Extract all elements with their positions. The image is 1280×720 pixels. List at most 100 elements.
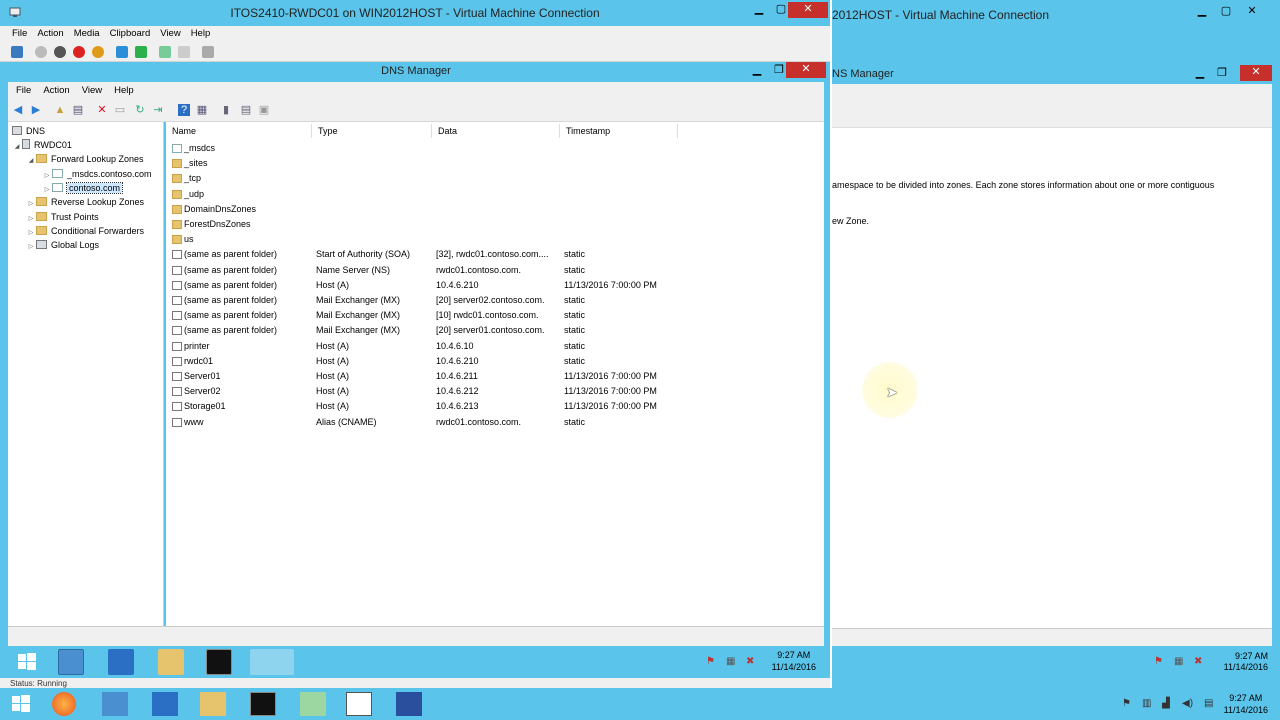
file-explorer-icon[interactable] <box>158 649 184 675</box>
table-row[interactable]: _tcp <box>166 171 824 186</box>
table-row[interactable]: us <box>166 232 824 247</box>
network-icon[interactable]: ▥ <box>1142 698 1151 709</box>
start-icon[interactable] <box>35 46 47 58</box>
volume-muted-icon[interactable]: ✖ <box>746 656 754 667</box>
volume-icon[interactable]: ◀) <box>1182 698 1193 709</box>
table-row[interactable]: _msdcs <box>166 141 824 156</box>
collapse-icon[interactable]: ◢ <box>26 154 36 168</box>
close-icon[interactable]: ✕ <box>786 62 826 78</box>
table-row[interactable]: Storage01 Host (A) 10.4.6.213 11/13/2016 7:… <box>166 399 824 414</box>
vm-titlebar[interactable]: ITOS2410-RWDC01 on WIN2012HOST - Virtual… <box>0 0 830 26</box>
dns-menu-help[interactable]: Help <box>108 83 140 99</box>
tree-node-conditional-forwarders[interactable]: ▷ Conditional Forwarders <box>26 224 144 238</box>
start-icon[interactable] <box>14 649 40 675</box>
properties-icon[interactable]: ▭ <box>114 104 126 116</box>
server-record-icon[interactable]: ▮ <box>220 104 232 116</box>
vm-connection-taskbar-icon[interactable] <box>396 692 422 716</box>
dns-manager-window[interactable]: DNS Manager ▁ ❐ ✕ File Action View Help ◀ ▶… <box>6 62 826 646</box>
table-row[interactable]: (same as parent folder) Start of Authorit… <box>166 247 824 262</box>
enhanced-session-icon[interactable] <box>202 46 214 58</box>
powershell-icon[interactable] <box>108 649 134 675</box>
new-record-icon[interactable]: ▤ <box>240 104 252 116</box>
refresh-icon[interactable]: ↻ <box>134 104 146 116</box>
tree-node-rwdc01[interactable]: ◢ RWDC01 <box>12 138 72 152</box>
dns-menu-file[interactable]: File <box>10 83 37 99</box>
tree-node-dns[interactable]: DNS <box>12 124 45 138</box>
flag-icon[interactable]: ⚑ <box>706 656 715 667</box>
back-icon[interactable]: ◀ <box>12 104 24 116</box>
keyboard-icon[interactable]: ▤ <box>1204 698 1213 709</box>
dns-menu-view[interactable]: View <box>76 83 108 99</box>
notepad-icon[interactable] <box>346 692 372 716</box>
forward-icon[interactable]: ▶ <box>30 104 42 116</box>
tree-node-reverse-lookup-zones[interactable]: ▷ Reverse Lookup Zones <box>26 195 144 209</box>
volume-muted-icon[interactable]: ✖ <box>1194 656 1202 667</box>
table-row[interactable]: DomainDnsZones <box>166 202 824 217</box>
revert-icon[interactable] <box>178 46 190 58</box>
tree-node-msdcs-zone[interactable]: ▷ _msdcs.contoso.com <box>42 167 152 181</box>
command-prompt-icon[interactable] <box>206 649 232 675</box>
table-row[interactable]: www Alias (CNAME) rwdc01.contoso.com. stati… <box>166 415 824 430</box>
column-header-timestamp[interactable]: Timestamp <box>560 124 678 138</box>
background-guest-clock[interactable]: 9:27 AM 11/14/2016 <box>1224 651 1268 673</box>
maximize-icon[interactable]: ▢ <box>1214 4 1238 17</box>
file-explorer-icon[interactable] <box>200 692 226 716</box>
column-header-type[interactable]: Type <box>312 124 432 138</box>
vm-connection-window[interactable]: ITOS2410-RWDC01 on WIN2012HOST - Virtual… <box>0 0 830 690</box>
tree-node-trust-points[interactable]: ▷ Trust Points <box>26 210 99 224</box>
pause-icon[interactable] <box>116 46 128 58</box>
table-row[interactable]: rwdc01 Host (A) 10.4.6.210 static <box>166 354 824 369</box>
console-icon[interactable]: ▦ <box>196 104 208 116</box>
ctrl-alt-del-icon[interactable] <box>11 46 23 58</box>
help-icon[interactable]: ? <box>178 104 190 116</box>
table-row[interactable]: (same as parent folder) Mail Exchanger (M… <box>166 323 824 338</box>
column-header-data[interactable]: Data <box>432 124 560 138</box>
tree-node-forward-lookup-zones[interactable]: ◢ Forward Lookup Zones <box>26 152 144 166</box>
table-row[interactable]: (same as parent folder) Mail Exchanger (M… <box>166 308 824 323</box>
network-icon[interactable]: ▦ <box>726 656 735 667</box>
signal-icon[interactable]: ▟ <box>1162 698 1170 709</box>
table-row[interactable]: _sites <box>166 156 824 171</box>
command-prompt-icon[interactable] <box>250 692 276 716</box>
new-domain-icon[interactable]: ▣ <box>258 104 270 116</box>
notification-flag-icon[interactable]: ⚑ <box>1122 698 1131 709</box>
table-row[interactable]: (same as parent folder) Name Server (NS) r… <box>166 263 824 278</box>
show-hide-tree-icon[interactable]: ▤ <box>72 104 84 116</box>
table-row[interactable]: printer Host (A) 10.4.6.10 static <box>166 339 824 354</box>
menu-help[interactable]: Help <box>186 27 216 41</box>
shut-down-icon[interactable] <box>73 46 85 58</box>
resume-icon[interactable] <box>135 46 147 58</box>
tree-node-contoso-zone[interactable]: ▷ contoso.com <box>42 181 124 195</box>
minimize-icon[interactable]: ▁ <box>1190 4 1214 17</box>
expand-icon[interactable]: ▷ <box>26 197 36 211</box>
restore-icon[interactable]: ❐ <box>1210 66 1234 79</box>
close-icon[interactable]: ✕ <box>788 2 828 18</box>
powershell-icon[interactable] <box>152 692 178 716</box>
delete-icon[interactable]: ✕ <box>96 104 108 116</box>
server-manager-icon[interactable] <box>58 649 84 675</box>
dns-menu-action[interactable]: Action <box>37 83 75 99</box>
firefox-icon[interactable] <box>52 692 76 716</box>
table-row[interactable]: _udp <box>166 187 824 202</box>
table-row[interactable]: ForestDnsZones <box>166 217 824 232</box>
up-folder-icon[interactable]: ▲ <box>54 104 66 116</box>
close-icon[interactable]: ✕ <box>1240 65 1272 81</box>
column-header-name[interactable]: Name <box>166 124 312 138</box>
minimize-icon[interactable]: ▁ <box>1188 66 1212 79</box>
console-tree[interactable]: DNS ◢ RWDC01 ◢ Forward Lookup Zones ▷ _msdc… <box>8 122 164 626</box>
guest-clock[interactable]: 9:27 AM 11/14/2016 <box>772 649 816 673</box>
network-icon[interactable]: ▦ <box>1174 656 1183 667</box>
menu-media[interactable]: Media <box>69 27 105 41</box>
server-manager-icon[interactable] <box>102 692 128 716</box>
dns-manager-taskbar-icon[interactable] <box>250 649 294 675</box>
menu-clipboard[interactable]: Clipboard <box>105 27 156 41</box>
expand-icon[interactable]: ▷ <box>26 240 36 254</box>
table-row[interactable]: (same as parent folder) Host (A) 10.4.6.21… <box>166 278 824 293</box>
tree-node-global-logs[interactable]: ▷ Global Logs <box>26 238 99 252</box>
export-icon[interactable]: ⇥ <box>152 104 164 116</box>
records-list[interactable]: Name Type Data Timestamp _msdcs _sites _tc… <box>166 122 824 626</box>
save-state-icon[interactable] <box>92 46 104 58</box>
menu-action[interactable]: Action <box>32 27 68 41</box>
background-vm-window[interactable]: 2012HOST - Virtual Machine Connection ▁ … <box>832 0 1280 690</box>
menu-view[interactable]: View <box>155 27 185 41</box>
